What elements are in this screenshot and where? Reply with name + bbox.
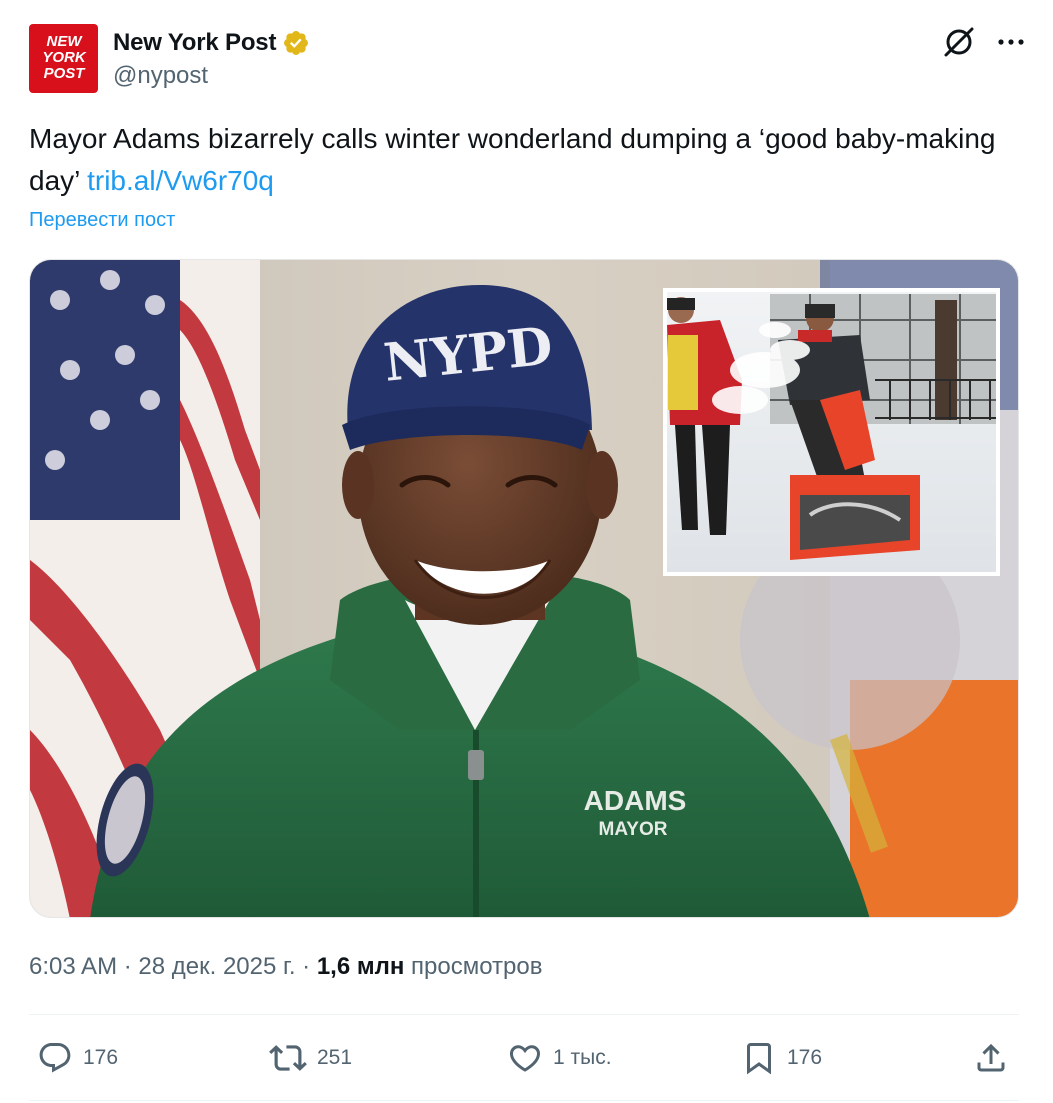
verified-badge-icon[interactable] <box>282 29 310 57</box>
meta-separator-2: · <box>295 953 317 980</box>
meta-separator: · <box>117 953 139 980</box>
account-handle[interactable]: @nypost <box>113 62 310 90</box>
repost-button[interactable]: 251 <box>269 1034 352 1082</box>
jacket-title-text: MAYOR <box>599 819 668 840</box>
repost-count: 251 <box>317 1046 353 1069</box>
nypost-logo: NEW YORK POST <box>42 33 87 82</box>
repost-icon <box>269 1039 307 1077</box>
tweet-media[interactable]: NYPD ADAMS MAYOR <box>29 259 1019 918</box>
more-icon[interactable] <box>997 37 1025 47</box>
tweet-header: NEW YORK POST New York Post @nypost <box>29 24 1025 96</box>
like-count: 1 тыс. <box>553 1046 612 1069</box>
views-count: 1,6 млн <box>316 953 405 980</box>
share-icon <box>973 1040 1009 1076</box>
reply-icon <box>37 1040 73 1076</box>
bookmark-count: 176 <box>787 1046 823 1069</box>
action-bar: 176 251 1 тыс. 176 <box>29 1034 1019 1082</box>
share-button[interactable] <box>973 1034 1009 1082</box>
translate-post-link[interactable]: Перевести пост <box>29 209 175 232</box>
bookmark-button[interactable]: 176 <box>741 1034 822 1082</box>
heart-icon <box>507 1040 543 1076</box>
tweet-meta: 6:03 AM · 28 дек. 2025 г. · 1,6 млн прос… <box>29 953 542 981</box>
media-image: NYPD ADAMS MAYOR <box>30 260 1018 917</box>
reply-button[interactable]: 176 <box>37 1034 118 1082</box>
tweet-link[interactable]: trib.al/Vw6r70q <box>87 165 274 196</box>
bookmark-icon <box>741 1040 777 1076</box>
grok-icon[interactable] <box>943 26 975 58</box>
divider <box>29 1014 1019 1015</box>
tweet-date[interactable]: 28 дек. 2025 г. <box>138 953 295 980</box>
inset-photo <box>663 288 1000 576</box>
reply-count: 176 <box>83 1046 119 1069</box>
logo-line-2: YORK <box>42 49 87 66</box>
account-names: New York Post @nypost <box>113 28 310 90</box>
display-name-row: New York Post <box>113 28 310 58</box>
jacket-name-text: ADAMS <box>584 785 687 816</box>
divider-bottom <box>29 1100 1019 1101</box>
tweet-text: Mayor Adams bizarrely calls winter wonde… <box>29 118 1019 202</box>
logo-line-3: POST <box>44 65 87 82</box>
tweet-time[interactable]: 6:03 AM <box>29 953 117 980</box>
like-button[interactable]: 1 тыс. <box>507 1034 612 1082</box>
avatar[interactable]: NEW YORK POST <box>29 24 98 93</box>
display-name[interactable]: New York Post <box>113 29 276 57</box>
top-actions <box>943 26 1025 58</box>
views-label: просмотров <box>404 953 543 980</box>
logo-line-1: NEW <box>47 33 84 50</box>
